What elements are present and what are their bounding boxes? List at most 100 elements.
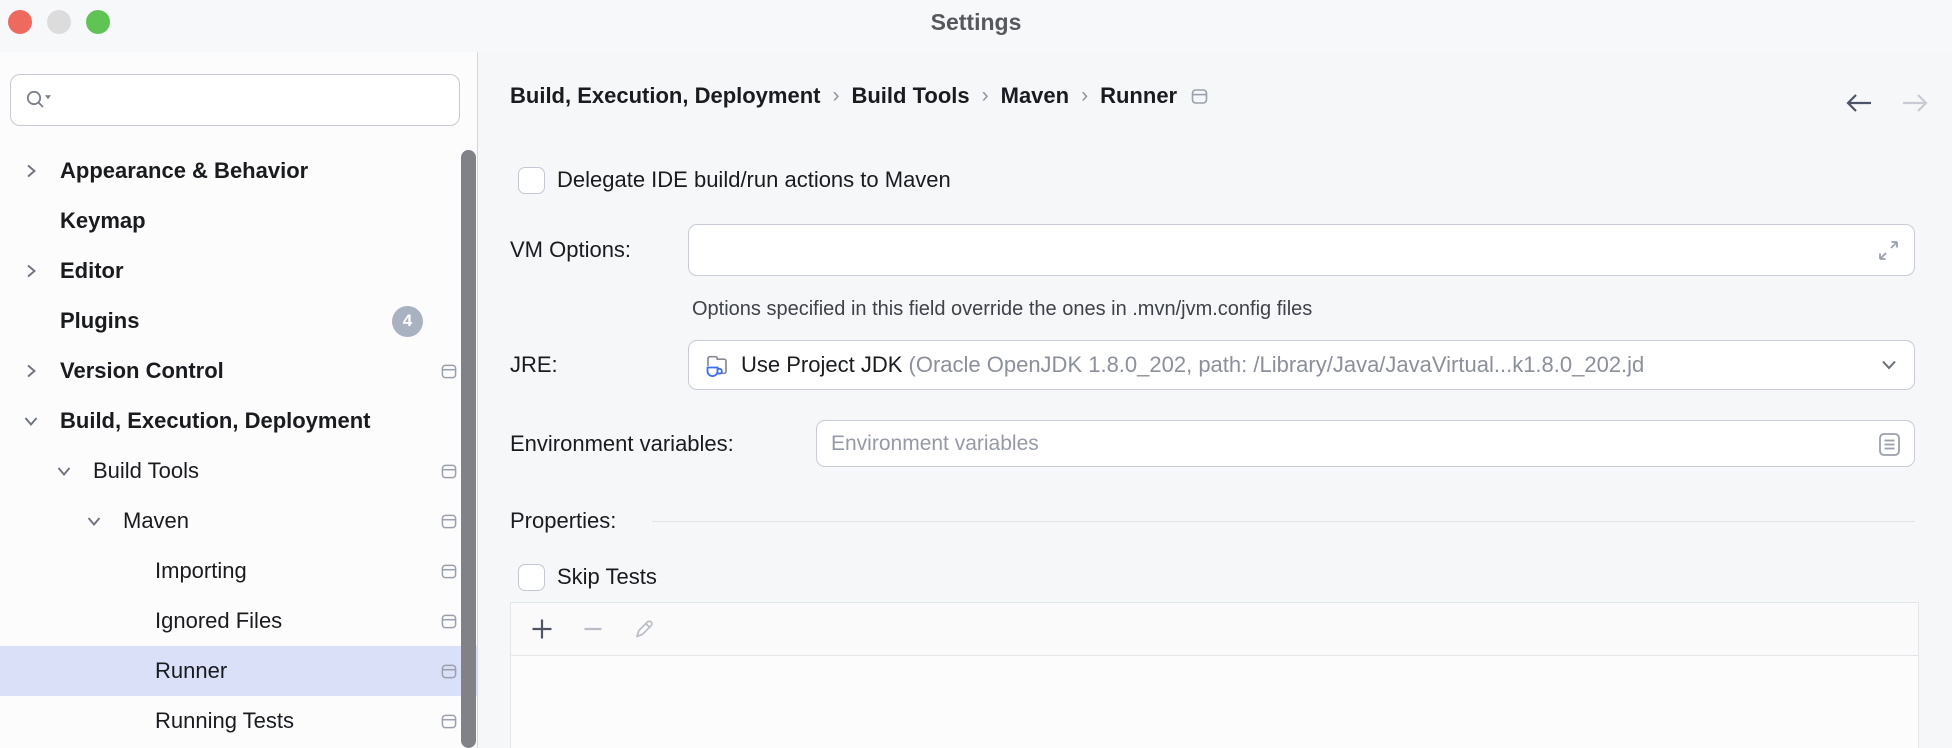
vm-options-label: VM Options: bbox=[510, 237, 632, 262]
sidebar-item-version-control[interactable]: Version Control bbox=[0, 346, 477, 396]
sidebar-item-editor[interactable]: Editor bbox=[0, 246, 477, 296]
chevron-down-icon[interactable] bbox=[49, 460, 79, 482]
modified-icon-spacer bbox=[441, 313, 457, 329]
jre-dropdown[interactable]: Use Project JDK (Oracle OpenJDK 1.8.0_20… bbox=[688, 340, 1915, 390]
sidebar-item-label: Build, Execution, Deployment bbox=[60, 408, 371, 433]
modified-settings-icon bbox=[441, 613, 457, 629]
sidebar-item-label: Keymap bbox=[60, 208, 146, 233]
add-property-button[interactable] bbox=[527, 614, 557, 644]
skip-tests-checkbox[interactable] bbox=[518, 563, 545, 591]
breadcrumb-item[interactable]: Build, Execution, Deployment bbox=[510, 83, 820, 109]
sidebar-item-label: Version Control bbox=[60, 358, 224, 383]
sidebar-item-keymap[interactable]: Keymap bbox=[0, 196, 477, 246]
sidebar-item-label: Appearance & Behavior bbox=[60, 158, 309, 183]
back-arrow-button[interactable] bbox=[1844, 92, 1874, 114]
env-variables-row: Environment variables: bbox=[510, 420, 1915, 467]
chevron-down-icon[interactable] bbox=[1878, 358, 1900, 372]
breadcrumb-item[interactable]: Runner bbox=[1100, 83, 1177, 109]
env-variables-input[interactable] bbox=[831, 431, 1877, 456]
settings-tree: Appearance & Behavior Keymap Editor Plugins… bbox=[0, 146, 477, 746]
modified-settings-icon bbox=[441, 563, 457, 579]
breadcrumb-separator: › bbox=[1081, 84, 1089, 107]
chevron-right-icon[interactable] bbox=[16, 260, 46, 282]
sidebar-scrollbar[interactable] bbox=[461, 150, 476, 748]
sidebar-item-label: Ignored Files bbox=[155, 608, 283, 633]
sidebar: Appearance & Behavior Keymap Editor Plugins… bbox=[0, 52, 478, 748]
modified-settings-icon bbox=[441, 363, 457, 379]
vm-options-row: VM Options: bbox=[510, 224, 1915, 276]
breadcrumb: Build, Execution, Deployment › Build Too… bbox=[510, 82, 1915, 110]
skip-tests-label: Skip Tests bbox=[557, 564, 657, 589]
properties-separator-line bbox=[652, 520, 1915, 522]
jre-selected-detail: (Oracle OpenJDK 1.8.0_202, path: /Librar… bbox=[908, 352, 1645, 377]
modified-icon-spacer bbox=[441, 163, 457, 179]
settings-panel: Build, Execution, Deployment › Build Too… bbox=[478, 52, 1952, 748]
sidebar-item-build-tools[interactable]: Build Tools bbox=[0, 446, 477, 496]
sidebar-item-importing[interactable]: Importing bbox=[0, 546, 477, 596]
modified-settings-icon bbox=[441, 513, 457, 529]
sidebar-item-appearance-behavior[interactable]: Appearance & Behavior bbox=[0, 146, 477, 196]
sidebar-item-label: Build Tools bbox=[93, 458, 199, 483]
properties-label: Properties: bbox=[510, 508, 617, 533]
skip-tests-row: Skip Tests bbox=[510, 563, 1915, 591]
delegate-row: Delegate IDE build/run actions to Maven bbox=[510, 166, 1915, 194]
titlebar: Settings bbox=[0, 0, 1952, 52]
vm-options-field[interactable] bbox=[688, 224, 1915, 276]
sidebar-item-label: Plugins bbox=[60, 308, 140, 333]
sidebar-item-label: Editor bbox=[60, 258, 124, 283]
expand-field-icon[interactable] bbox=[1875, 237, 1902, 264]
forward-arrow-button[interactable] bbox=[1900, 92, 1930, 114]
breadcrumb-separator: › bbox=[832, 84, 840, 107]
vm-options-help-text: Options specified in this field override… bbox=[692, 298, 1313, 320]
jre-label: JRE: bbox=[510, 352, 558, 377]
chevron-right-icon[interactable] bbox=[16, 160, 46, 182]
window-title: Settings bbox=[930, 9, 1022, 35]
sidebar-item-ignored-files[interactable]: Ignored Files bbox=[0, 596, 477, 646]
sidebar-item-runner[interactable]: Runner bbox=[0, 646, 477, 696]
chevron-down-icon[interactable] bbox=[16, 410, 46, 432]
delegate-checkbox-label: Delegate IDE build/run actions to Maven bbox=[557, 167, 951, 192]
search-input[interactable] bbox=[62, 75, 459, 125]
properties-panel bbox=[510, 602, 1919, 748]
modified-settings-icon bbox=[1191, 88, 1208, 105]
jre-selected-value: Use Project JDK bbox=[741, 352, 909, 377]
search-icon[interactable] bbox=[24, 87, 54, 113]
jdk-icon bbox=[703, 352, 731, 379]
sidebar-item-label: Maven bbox=[123, 508, 190, 533]
breadcrumb-separator: › bbox=[981, 84, 989, 107]
chevron-down-icon[interactable] bbox=[79, 510, 109, 532]
sidebar-item-plugins[interactable]: Plugins 4 bbox=[0, 296, 477, 346]
modified-settings-icon bbox=[441, 663, 457, 679]
jre-row: JRE: Use Project JDK (Oracle OpenJDK 1.8… bbox=[510, 340, 1915, 390]
edit-property-button[interactable] bbox=[629, 614, 659, 644]
breadcrumb-item[interactable]: Build Tools bbox=[851, 83, 969, 109]
remove-property-button[interactable] bbox=[578, 614, 608, 644]
modified-icon-spacer bbox=[441, 413, 457, 429]
plugins-count-badge: 4 bbox=[392, 305, 423, 337]
sidebar-item-build-execution-deployment[interactable]: Build, Execution, Deployment bbox=[0, 396, 477, 446]
sidebar-item-label: Importing bbox=[155, 558, 247, 583]
vm-options-input[interactable] bbox=[703, 238, 1875, 262]
sidebar-item-label: Runner bbox=[155, 658, 228, 683]
modified-icon-spacer bbox=[441, 263, 457, 279]
chevron-right-icon[interactable] bbox=[16, 360, 46, 382]
sidebar-item-maven[interactable]: Maven bbox=[0, 496, 477, 546]
properties-toolbar bbox=[511, 603, 1918, 656]
properties-table[interactable] bbox=[511, 656, 1918, 748]
sidebar-item-running-tests[interactable]: Running Tests bbox=[0, 696, 477, 746]
breadcrumb-item[interactable]: Maven bbox=[1001, 83, 1069, 109]
browse-env-variables-icon[interactable] bbox=[1877, 430, 1902, 458]
sidebar-item-label: Running Tests bbox=[155, 708, 295, 733]
delegate-checkbox[interactable] bbox=[518, 166, 545, 194]
env-variables-field[interactable] bbox=[816, 420, 1915, 467]
settings-search-box[interactable] bbox=[10, 74, 460, 126]
modified-icon-spacer bbox=[441, 213, 457, 229]
properties-section: Properties: bbox=[510, 508, 1915, 534]
env-variables-label: Environment variables: bbox=[510, 430, 734, 456]
